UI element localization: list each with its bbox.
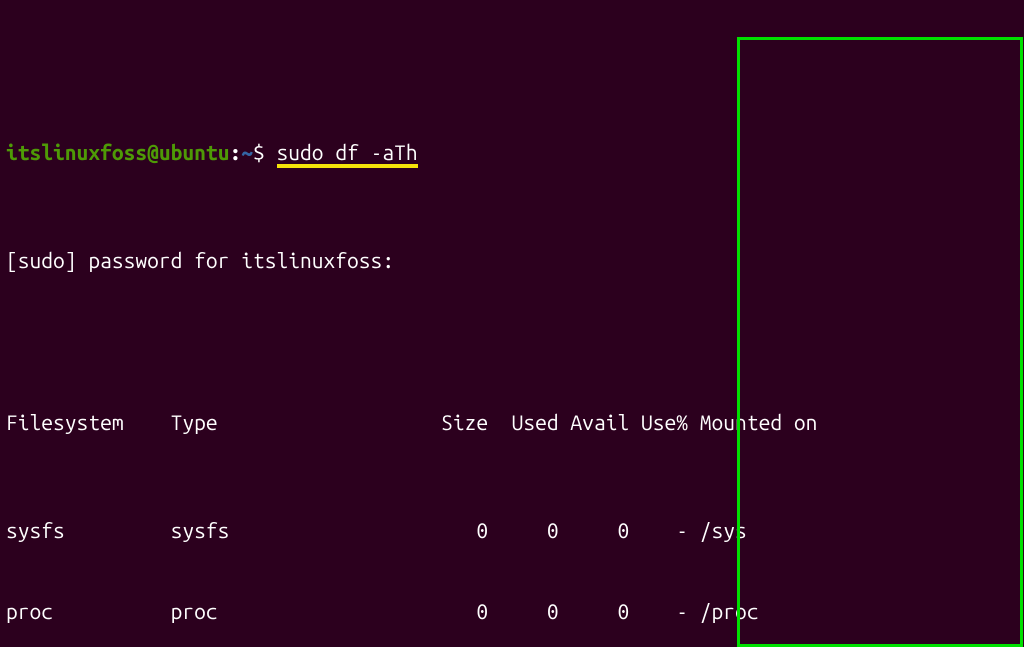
prompt-colon: :	[229, 140, 241, 164]
prompt-at: @	[147, 140, 159, 164]
prompt-host: ubuntu	[159, 140, 230, 164]
header-usep: Use%	[629, 409, 688, 436]
prompt-path: ~	[241, 140, 253, 164]
header-mounted: Mounted on	[688, 409, 817, 436]
prompt-user: itslinuxfoss	[6, 140, 147, 164]
table-header: FilesystemTypeSizeUsedAvailUse%Mounted o…	[6, 382, 1018, 409]
command-text: sudo df -aTh	[277, 140, 418, 168]
header-filesystem: Filesystem	[6, 409, 171, 436]
prompt-dollar: $	[253, 140, 277, 164]
header-avail: Avail	[559, 409, 630, 436]
table-row: procproc000-/proc	[6, 598, 1018, 625]
header-type: Type	[171, 409, 430, 436]
prompt-line: itslinuxfoss@ubuntu:~$ sudo df -aTh	[6, 112, 1018, 139]
header-size: Size	[429, 409, 488, 436]
header-used: Used	[488, 409, 559, 436]
terminal-output[interactable]: itslinuxfoss@ubuntu:~$ sudo df -aTh [sud…	[0, 0, 1024, 647]
sudo-password-line: [sudo] password for itslinuxfoss:	[6, 247, 1018, 274]
table-row: sysfssysfs000-/sys	[6, 517, 1018, 544]
